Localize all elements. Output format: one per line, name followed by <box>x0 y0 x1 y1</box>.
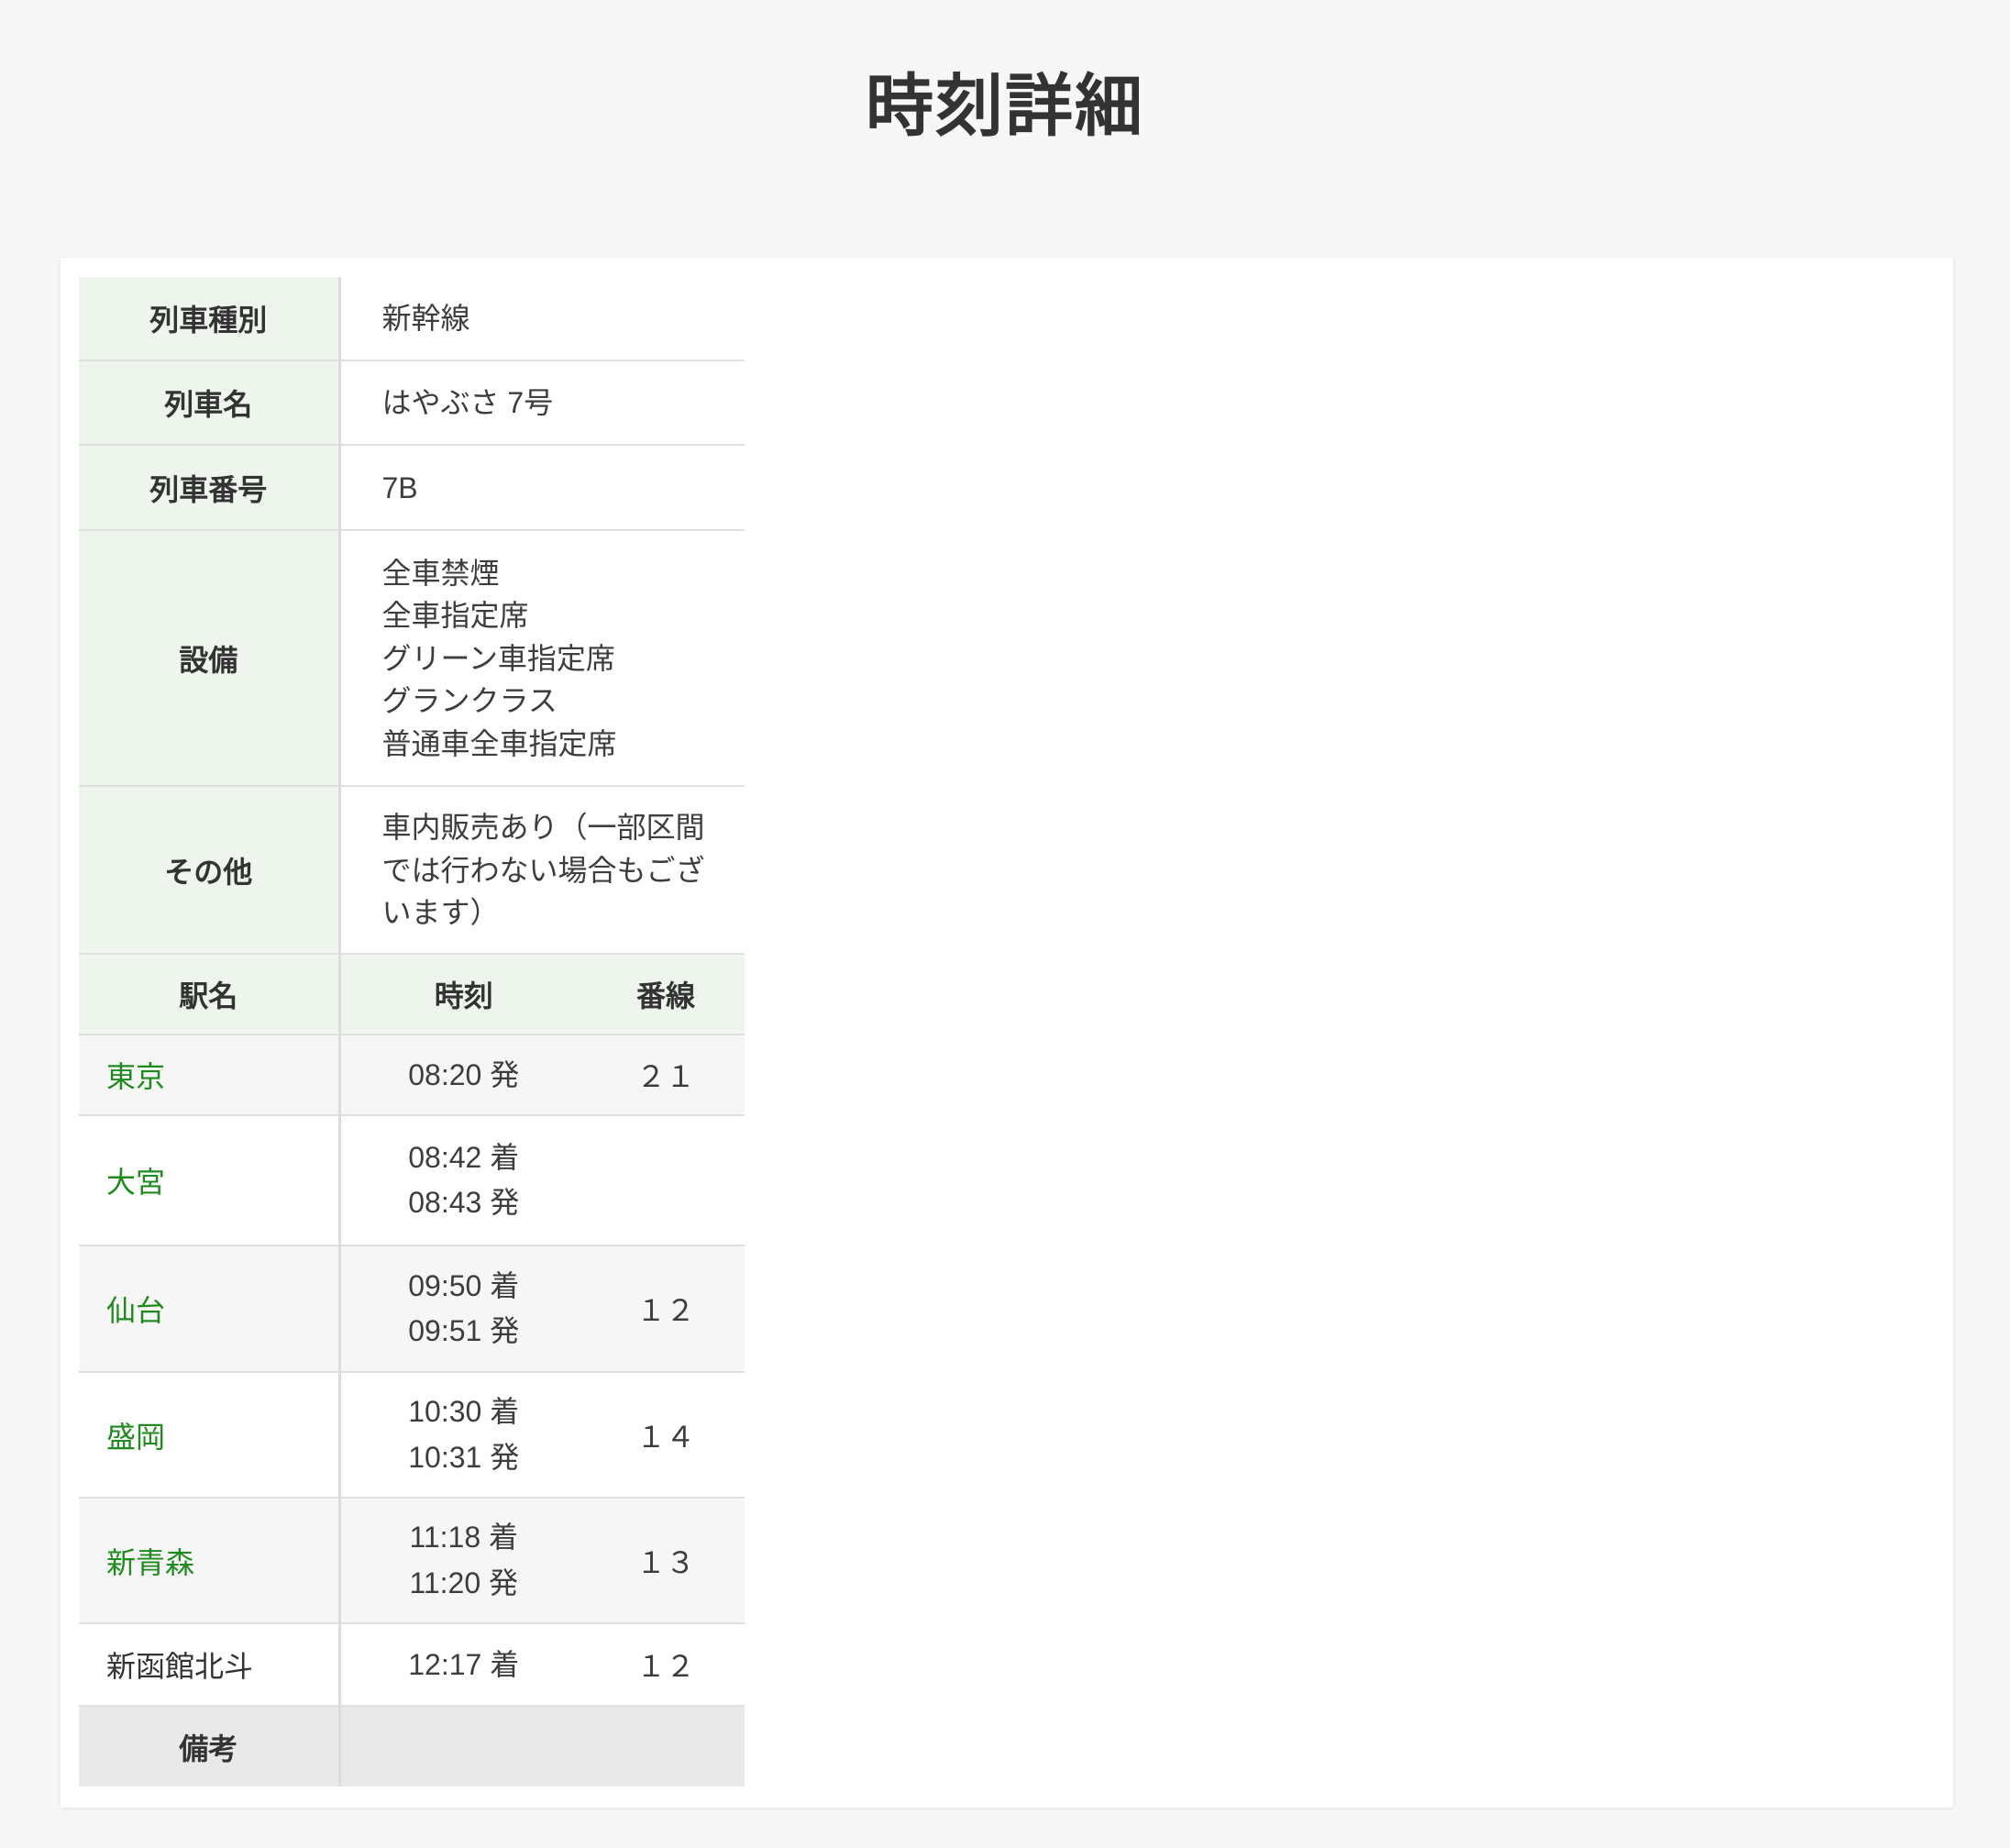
equipment-value: 全車禁煙全車指定席グリーン車指定席グランクラス普通車全車指定席 <box>339 530 745 786</box>
track-cell: １４ <box>587 1372 745 1498</box>
station-name: 新函館北斗 <box>106 1650 253 1683</box>
train-name-label: 列車名 <box>79 360 339 445</box>
track-cell: １３ <box>587 1498 745 1623</box>
row-train-name: 列車名 はやぶさ 7号 <box>79 360 745 445</box>
time-cell: 11:18 着11:20 発 <box>339 1498 587 1623</box>
station-row-omiya: 大宮 08:42 着08:43 発 <box>79 1115 745 1245</box>
track-column-header: 番線 <box>587 954 745 1035</box>
time-column-header: 時刻 <box>339 954 587 1035</box>
remarks-row: 備考 <box>79 1706 745 1787</box>
other-label: その他 <box>79 786 339 954</box>
station-row-shin-aomori: 新青森 11:18 着11:20 発 １３ <box>79 1498 745 1623</box>
equipment-label: 設備 <box>79 530 339 786</box>
station-row-shin-hakodate-hokuto: 新函館北斗 12:17 着 １２ <box>79 1623 745 1706</box>
time-cell: 08:20 発 <box>339 1035 587 1115</box>
station-cell: 新函館北斗 <box>79 1623 339 1706</box>
time-cell: 10:30 着10:31 発 <box>339 1372 587 1498</box>
remarks-value <box>339 1706 745 1787</box>
station-link[interactable]: 盛岡 <box>106 1421 165 1454</box>
station-row-morioka: 盛岡 10:30 着10:31 発 １４ <box>79 1372 745 1498</box>
track-cell: １２ <box>587 1245 745 1372</box>
station-cell: 盛岡 <box>79 1372 339 1498</box>
station-column-header: 駅名 <box>79 954 339 1035</box>
row-train-number: 列車番号 7B <box>79 445 745 530</box>
train-timetable-table: 列車種別 新幹線 列車名 はやぶさ 7号 列車番号 7B 設備 全車禁煙全車指定… <box>79 277 745 1787</box>
station-link[interactable]: 東京 <box>106 1060 165 1093</box>
remarks-label: 備考 <box>79 1706 339 1787</box>
station-row-sendai: 仙台 09:50 着09:51 発 １２ <box>79 1245 745 1372</box>
train-detail-card: 列車種別 新幹線 列車名 はやぶさ 7号 列車番号 7B 設備 全車禁煙全車指定… <box>61 258 1953 1808</box>
train-name-value: はやぶさ 7号 <box>339 360 745 445</box>
time-cell: 08:42 着08:43 発 <box>339 1115 587 1245</box>
station-link[interactable]: 大宮 <box>106 1166 165 1199</box>
time-cell: 09:50 着09:51 発 <box>339 1245 587 1372</box>
station-cell: 東京 <box>79 1035 339 1115</box>
station-link[interactable]: 新青森 <box>106 1546 194 1579</box>
row-other: その他 車内販売あり（一部区間では行わない場合もございます） <box>79 786 745 954</box>
station-cell: 新青森 <box>79 1498 339 1623</box>
station-cell: 仙台 <box>79 1245 339 1372</box>
time-cell: 12:17 着 <box>339 1623 587 1706</box>
other-value: 車内販売あり（一部区間では行わない場合もございます） <box>339 786 745 954</box>
train-number-label: 列車番号 <box>79 445 339 530</box>
train-type-value: 新幹線 <box>339 277 745 360</box>
row-equipment: 設備 全車禁煙全車指定席グリーン車指定席グランクラス普通車全車指定席 <box>79 530 745 786</box>
track-cell: ２１ <box>587 1035 745 1115</box>
timetable-header-row: 駅名 時刻 番線 <box>79 954 745 1035</box>
train-type-label: 列車種別 <box>79 277 339 360</box>
station-link[interactable]: 仙台 <box>106 1294 165 1327</box>
track-cell: １２ <box>587 1623 745 1706</box>
track-cell <box>587 1115 745 1245</box>
row-train-type: 列車種別 新幹線 <box>79 277 745 360</box>
station-row-tokyo: 東京 08:20 発 ２１ <box>79 1035 745 1115</box>
station-cell: 大宮 <box>79 1115 339 1245</box>
train-number-value: 7B <box>339 445 745 530</box>
page-title: 時刻詳細 <box>0 46 2010 145</box>
